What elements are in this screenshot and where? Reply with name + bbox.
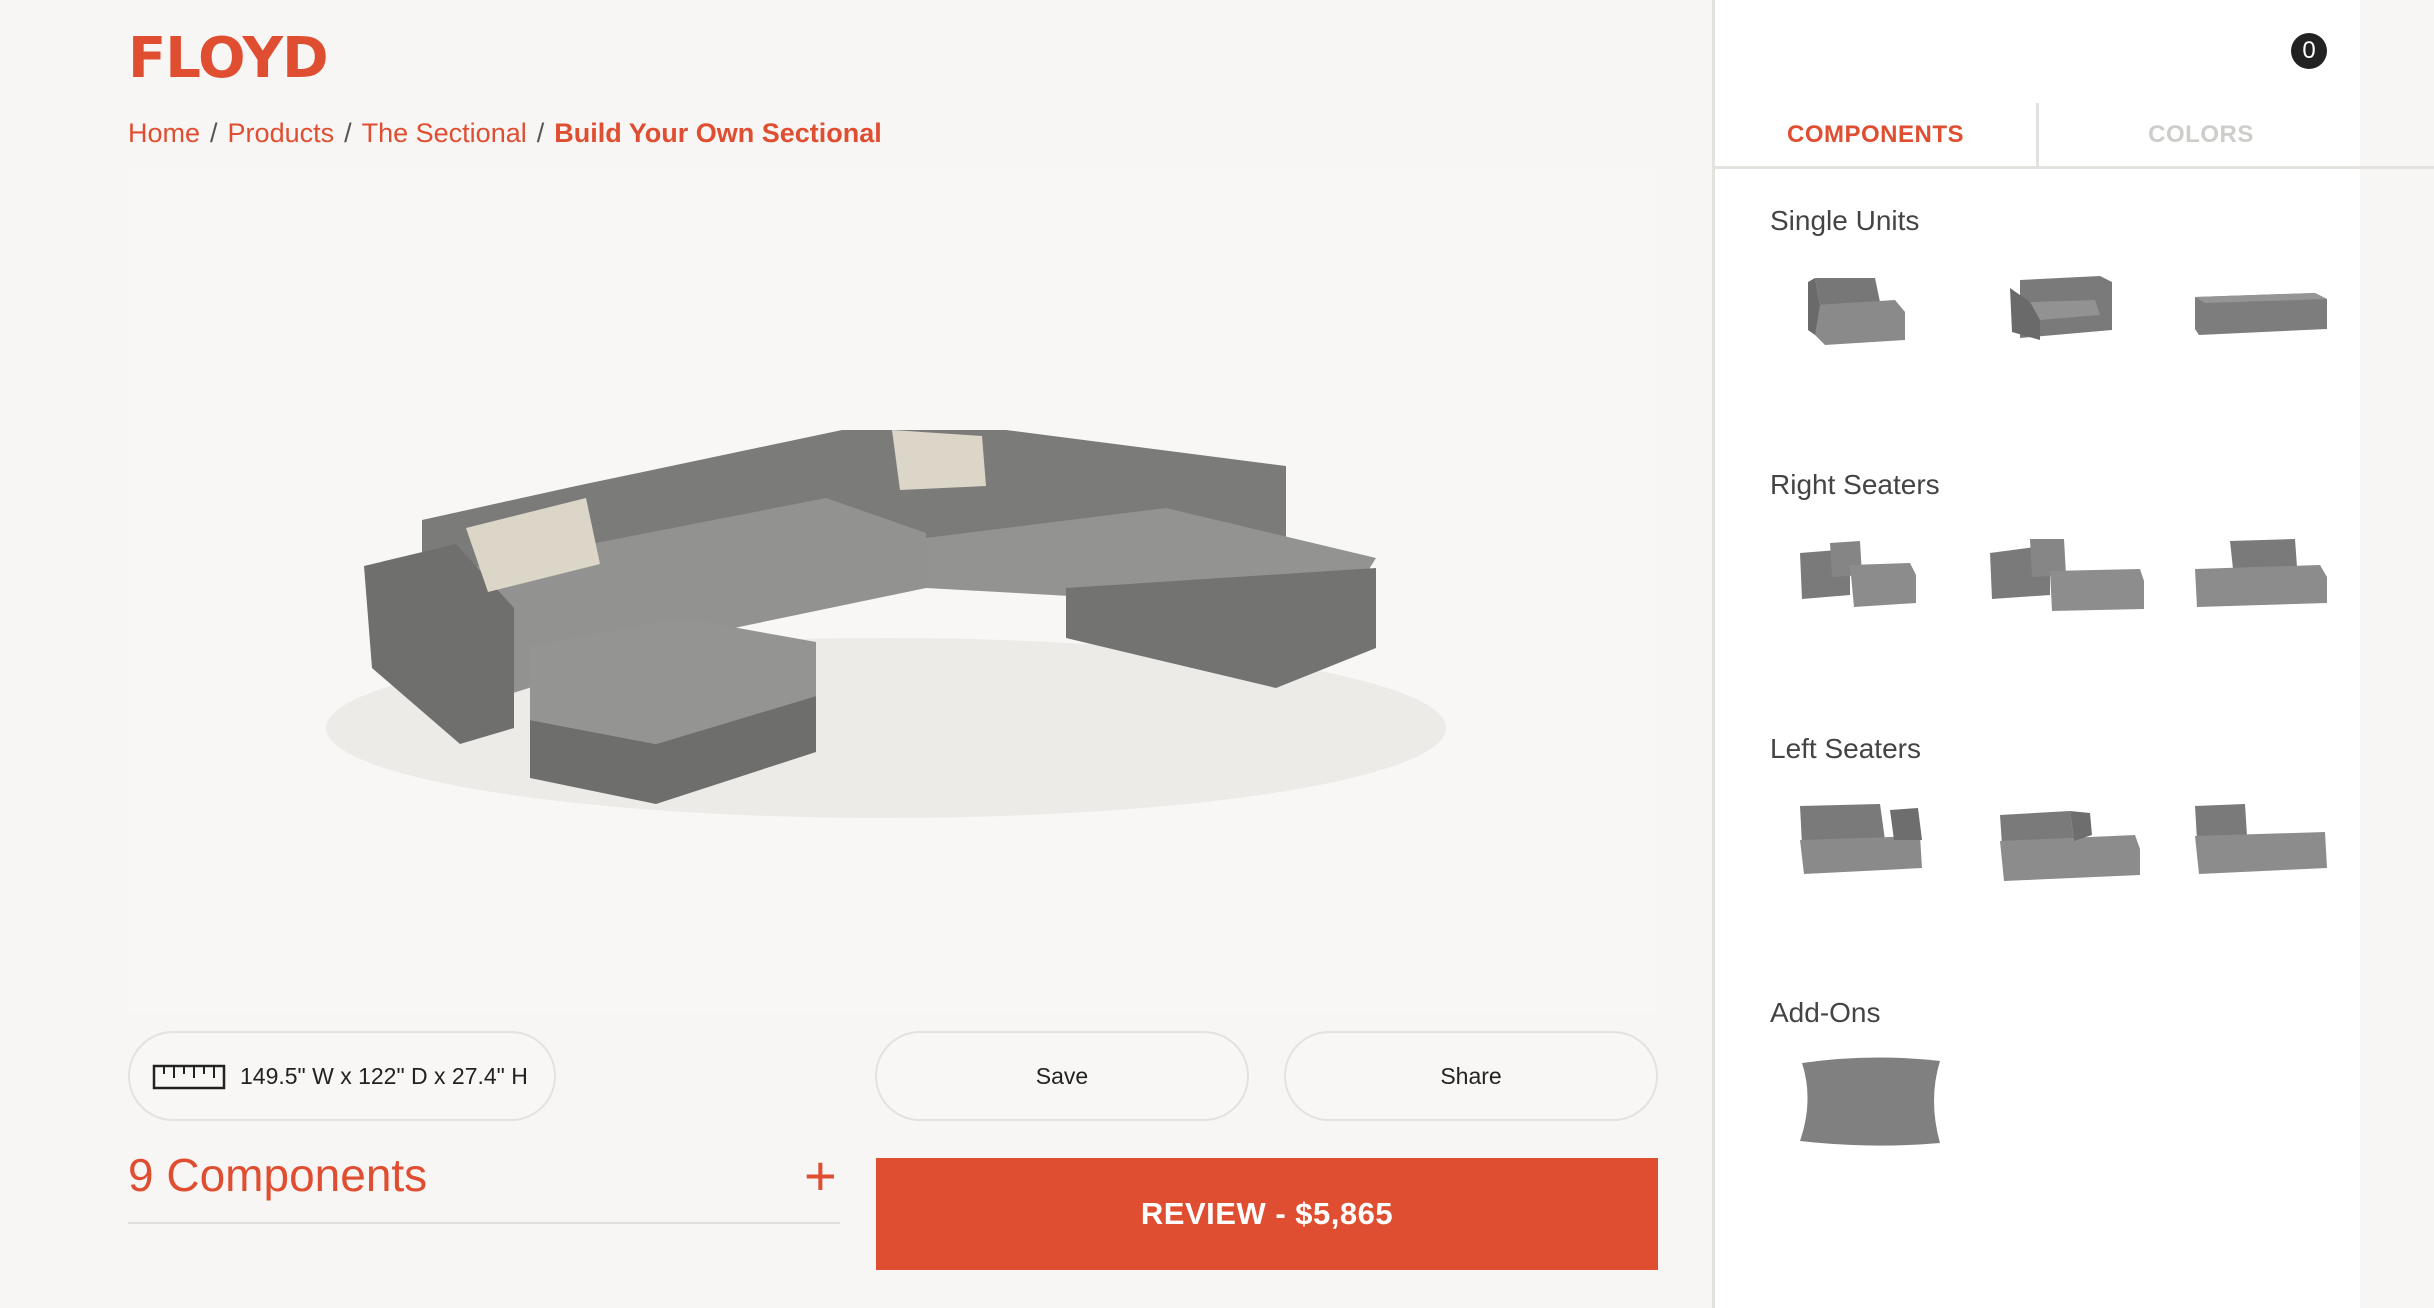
breadcrumb: Home / Products / The Sectional / Build … xyxy=(128,118,882,149)
breadcrumb-separator: / xyxy=(210,118,218,148)
section-title-left-seaters: Left Seaters xyxy=(1770,733,1921,764)
left-end-seater-thumb[interactable] xyxy=(2185,800,2335,880)
corner-unit-thumb[interactable] xyxy=(2000,270,2130,350)
breadcrumb-separator: / xyxy=(536,118,545,148)
tab-components[interactable]: COMPONENTS xyxy=(1715,103,2039,166)
left-arm-seater-thumb[interactable] xyxy=(1790,800,1930,880)
tab-colors[interactable]: COLORS xyxy=(2039,103,2363,166)
cart-count-badge[interactable]: 0 xyxy=(2291,33,2327,69)
floyd-logo[interactable]: FLOYD xyxy=(128,26,329,91)
throw-pillow-thumb[interactable] xyxy=(1790,1055,1950,1150)
ruler-icon xyxy=(152,1064,226,1090)
left-chaise-seater-thumb[interactable] xyxy=(1990,805,2150,885)
expand-components-button[interactable]: + xyxy=(804,1148,837,1204)
section-title-single-units: Single Units xyxy=(1770,205,1920,236)
sectional-sofa-render xyxy=(326,430,1446,818)
components-count[interactable]: 9 Components xyxy=(128,1148,840,1224)
builder-main: FLOYD Home / Products / The Sectional / … xyxy=(0,0,1712,1308)
armless-unit-thumb[interactable] xyxy=(1800,270,1930,350)
right-end-seater-thumb[interactable] xyxy=(2185,535,2335,615)
breadcrumb-home[interactable]: Home xyxy=(128,118,200,149)
review-button[interactable]: REVIEW - $5,865 xyxy=(876,1158,1658,1270)
ottoman-unit-thumb[interactable] xyxy=(2185,285,2335,345)
right-arm-seater-thumb[interactable] xyxy=(1790,535,1930,615)
configurator-sidebar: 0 COMPONENTS COLORS Single Units Right S… xyxy=(1712,0,2434,1308)
breadcrumb-products[interactable]: Products xyxy=(228,118,335,149)
sidebar-tabs: COMPONENTS COLORS xyxy=(1715,103,2434,169)
right-chaise-seater-thumb[interactable] xyxy=(1980,535,2150,615)
section-title-add-ons: Add-Ons xyxy=(1770,997,1881,1028)
section-title-right-seaters: Right Seaters xyxy=(1770,469,1940,500)
dimensions-text: 149.5" W x 122" D x 27.4" H xyxy=(240,1062,528,1089)
save-button[interactable]: Save xyxy=(875,1031,1249,1121)
breadcrumb-separator: / xyxy=(344,118,352,148)
breadcrumb-sectional[interactable]: The Sectional xyxy=(362,118,527,149)
dimensions-display: 149.5" W x 122" D x 27.4" H xyxy=(128,1031,556,1121)
breadcrumb-current: Build Your Own Sectional xyxy=(554,118,882,148)
share-button[interactable]: Share xyxy=(1284,1031,1658,1121)
sofa-3d-viewer[interactable] xyxy=(126,168,1658,1012)
